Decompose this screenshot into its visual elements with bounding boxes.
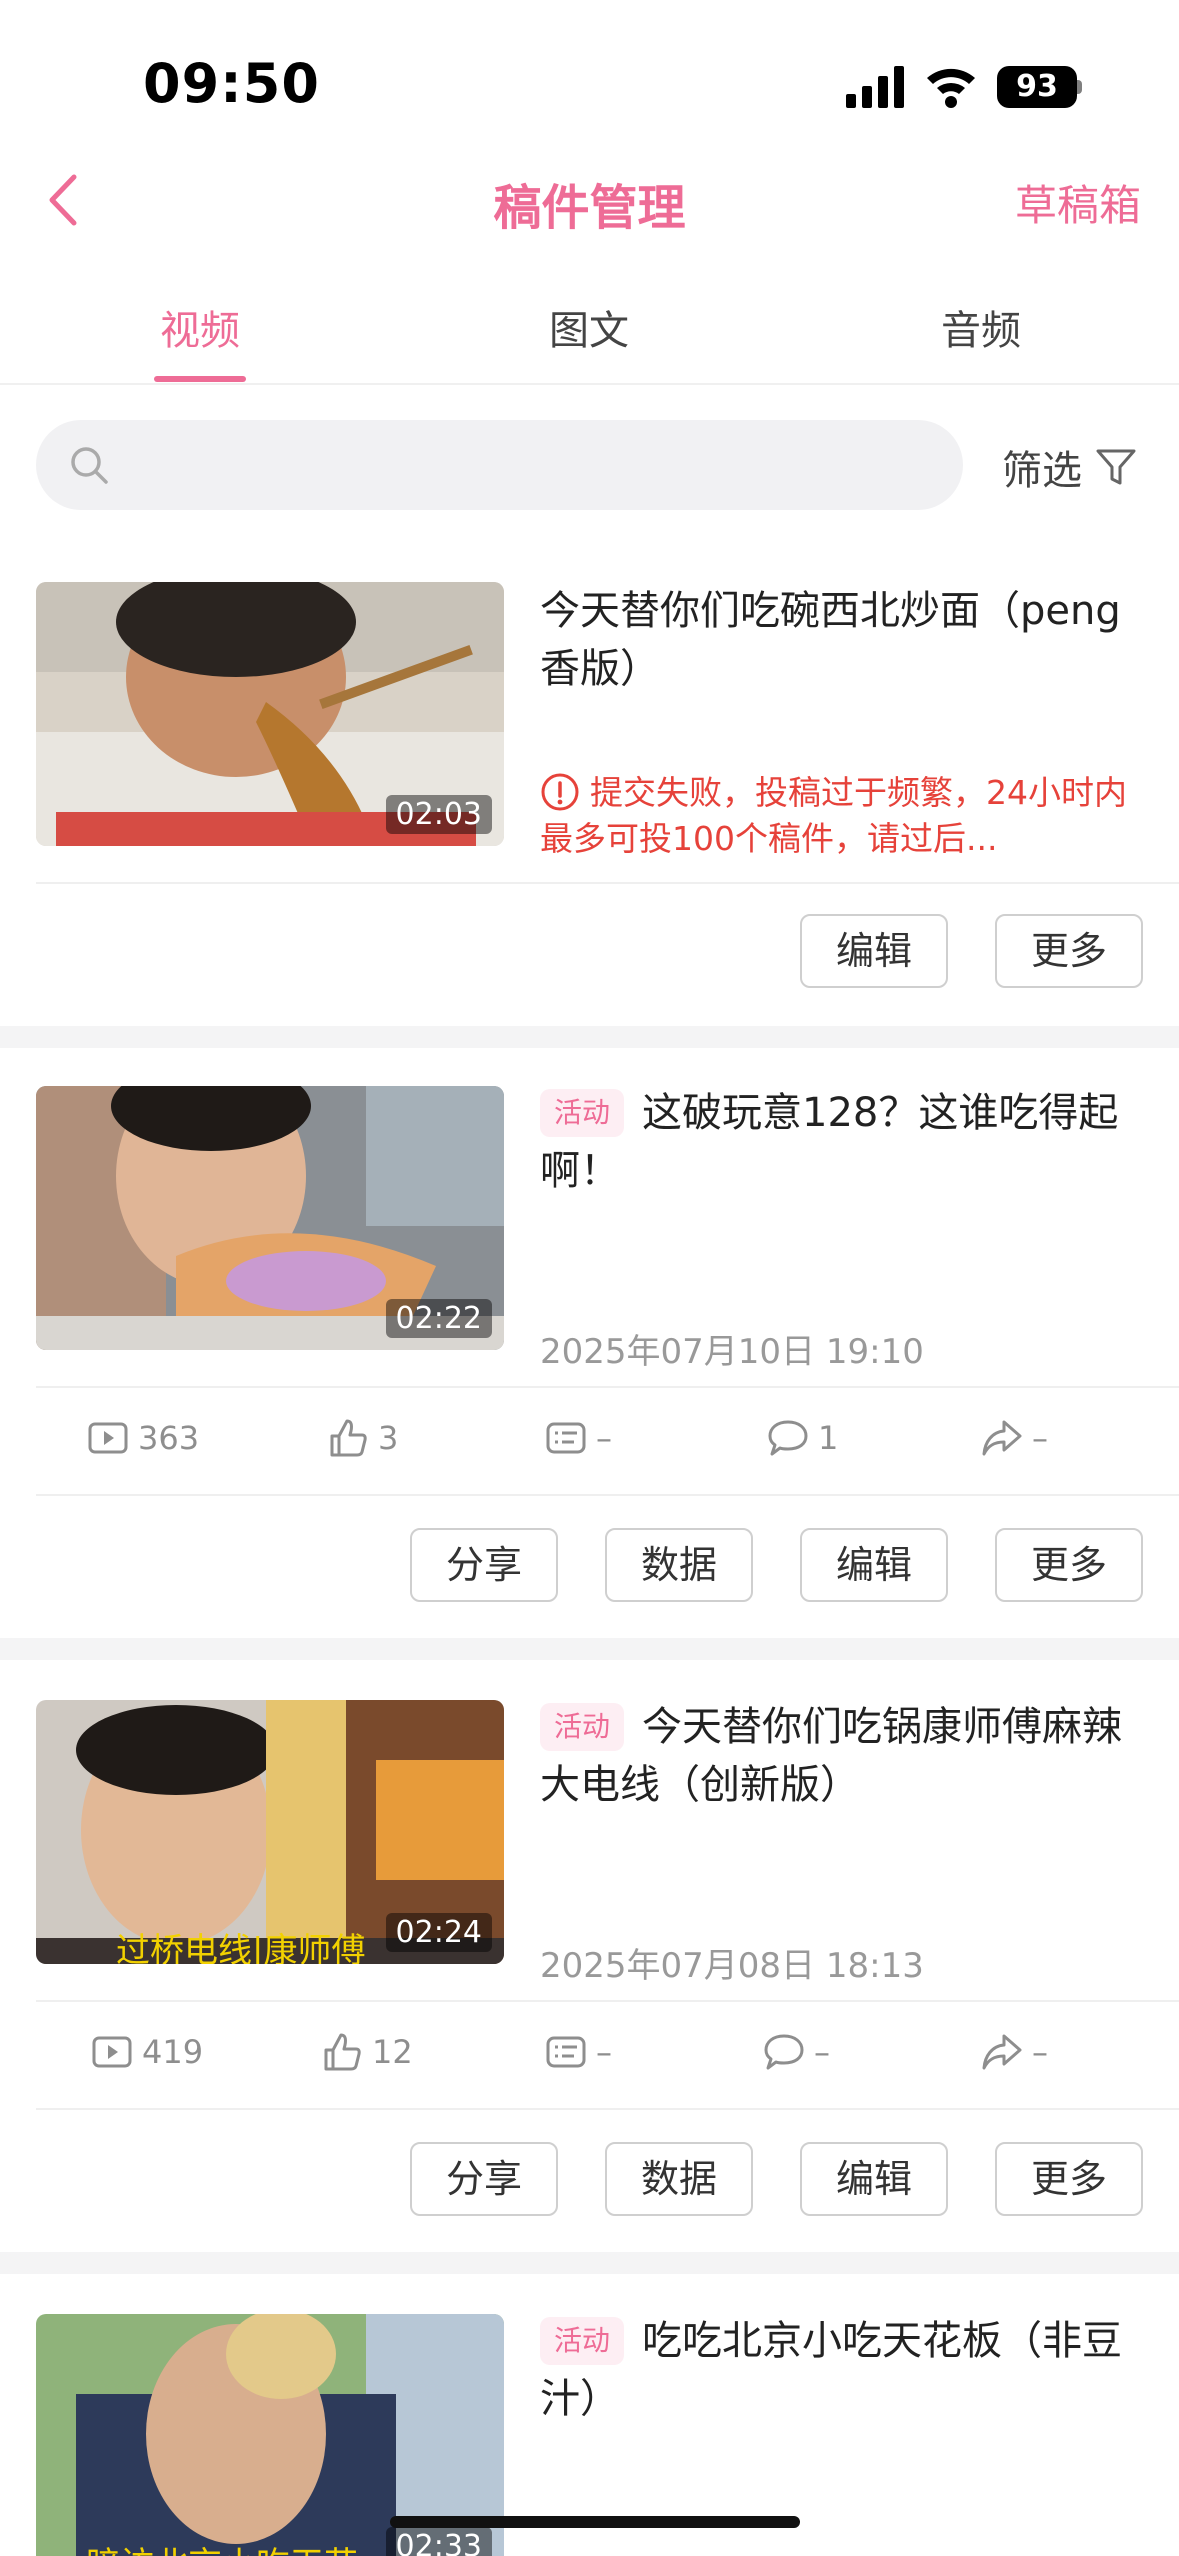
video-stats: 419 12 – – – bbox=[0, 2002, 1179, 2102]
battery-icon: 93 bbox=[997, 66, 1077, 108]
video-stats: 363 3 – 1 – bbox=[0, 1388, 1179, 1488]
more-button[interactable]: 更多 bbox=[995, 2142, 1143, 2216]
edit-button[interactable]: 编辑 bbox=[800, 2142, 948, 2216]
video-title[interactable]: 活动 吃吃北京小吃天花板（非豆汁） bbox=[540, 2312, 1150, 2428]
danmaku-count: – bbox=[544, 1388, 612, 1488]
section-gap bbox=[0, 1638, 1179, 1660]
edit-button[interactable]: 编辑 bbox=[800, 1528, 948, 1602]
danmaku-count: – bbox=[544, 2002, 612, 2102]
share-count-value: – bbox=[1032, 2033, 1048, 2071]
section-gap bbox=[0, 2252, 1179, 2274]
battery-cap bbox=[1076, 80, 1082, 94]
danmaku-count-value: – bbox=[596, 2033, 612, 2071]
submission-error-message: 提交失败，投稿过于频繁，24小时内最多可投100个稿件，请过后... bbox=[540, 770, 1140, 862]
error-info-icon bbox=[541, 773, 579, 811]
filter-funnel-icon bbox=[1096, 449, 1136, 485]
comment-count-value: – bbox=[814, 2033, 830, 2071]
status-time: 09:50 bbox=[143, 52, 320, 115]
play-count: 363 bbox=[86, 1388, 199, 1488]
more-button[interactable]: 更多 bbox=[995, 1528, 1143, 1602]
svg-text:暗访北京小吃天花: 暗访北京小吃天花 bbox=[86, 2545, 358, 2556]
play-count-value: 363 bbox=[138, 1419, 200, 1457]
share-arrow-icon bbox=[982, 1420, 1022, 1456]
play-count-icon bbox=[92, 2036, 132, 2068]
video-thumbnail[interactable]: 过桥电线|康师傅 02:24 bbox=[36, 1700, 504, 1964]
active-tab-indicator bbox=[154, 376, 246, 382]
tab-audio[interactable]: 音频 bbox=[881, 298, 1081, 356]
play-count-icon bbox=[88, 1422, 128, 1454]
content-type-tabs: 视频 图文 音频 bbox=[0, 270, 1179, 385]
like-count: 12 bbox=[320, 2002, 413, 2102]
divider bbox=[36, 1494, 1179, 1496]
video-title[interactable]: 今天替你们吃碗西北炒面（peng香版） bbox=[540, 582, 1150, 698]
comment-count: 1 bbox=[766, 1388, 838, 1488]
share-button[interactable]: 分享 bbox=[410, 2142, 558, 2216]
status-bar: 09:50 93 bbox=[0, 0, 1179, 150]
tab-video[interactable]: 视频 bbox=[100, 298, 300, 356]
video-duration: 02:03 bbox=[385, 795, 492, 834]
tab-image-text[interactable]: 图文 bbox=[489, 298, 689, 356]
video-title[interactable]: 活动 今天替你们吃锅康师傅麻辣大电线（创新版） bbox=[540, 1698, 1150, 1814]
publish-date: 2025年07月08日 18:13 bbox=[540, 1946, 924, 1986]
search-icon bbox=[71, 447, 108, 484]
danmaku-icon bbox=[546, 1422, 586, 1454]
video-thumbnail[interactable]: 02:22 bbox=[36, 1086, 504, 1350]
share-button[interactable]: 分享 bbox=[410, 1528, 558, 1602]
comment-count: – bbox=[762, 2002, 830, 2102]
filter-button[interactable]: 筛选 bbox=[1002, 438, 1138, 496]
like-count-value: 3 bbox=[378, 1419, 399, 1457]
search-bar[interactable] bbox=[36, 420, 963, 510]
danmaku-count-value: – bbox=[596, 1419, 612, 1457]
cellular-signal-icon bbox=[846, 66, 904, 108]
home-indicator bbox=[390, 2516, 800, 2528]
svg-text:过桥电线|康师傅: 过桥电线|康师傅 bbox=[116, 1931, 365, 1964]
drafts-button[interactable]: 草稿箱 bbox=[1015, 172, 1141, 233]
video-title-text: 吃吃北京小吃天花板（非豆汁） bbox=[540, 2318, 1123, 2422]
activity-badge: 活动 bbox=[540, 1089, 625, 1137]
error-text: 提交失败，投稿过于频繁，24小时内最多可投100个稿件，请过后... bbox=[540, 773, 1127, 858]
activity-badge: 活动 bbox=[540, 1703, 625, 1751]
divider bbox=[36, 2108, 1179, 2110]
video-duration: 02:22 bbox=[385, 1299, 492, 1338]
activity-badge: 活动 bbox=[540, 2317, 625, 2365]
thumbs-up-icon bbox=[324, 2033, 361, 2071]
data-button[interactable]: 数据 bbox=[605, 2142, 753, 2216]
page-title: 稿件管理 bbox=[493, 180, 686, 236]
share-count: – bbox=[980, 2002, 1048, 2102]
share-count-value: – bbox=[1032, 1419, 1048, 1457]
thumbs-up-icon bbox=[330, 1419, 367, 1457]
share-count: – bbox=[980, 1388, 1048, 1488]
video-title-text: 今天替你们吃锅康师傅麻辣大电线（创新版） bbox=[540, 1704, 1123, 1808]
like-count: 3 bbox=[326, 1388, 398, 1488]
video-title[interactable]: 活动 这破玩意128？这谁吃得起啊！ bbox=[540, 1084, 1150, 1200]
play-count-value: 419 bbox=[142, 2033, 204, 2071]
comment-icon bbox=[768, 1420, 808, 1456]
video-duration: 02:24 bbox=[385, 1913, 492, 1952]
filter-label: 筛选 bbox=[1002, 448, 1082, 494]
danmaku-icon bbox=[546, 2036, 586, 2068]
data-button[interactable]: 数据 bbox=[605, 1528, 753, 1602]
publish-date: 2025年07月10日 19:10 bbox=[540, 1332, 924, 1372]
like-count-value: 12 bbox=[372, 2033, 413, 2071]
share-arrow-icon bbox=[982, 2034, 1022, 2070]
comment-icon bbox=[764, 2034, 804, 2070]
divider bbox=[36, 882, 1179, 884]
more-button[interactable]: 更多 bbox=[995, 914, 1143, 988]
wifi-icon bbox=[927, 68, 975, 108]
video-title-text: 这破玩意128？这谁吃得起啊！ bbox=[540, 1090, 1119, 1194]
play-count: 419 bbox=[90, 2002, 203, 2102]
search-input[interactable] bbox=[126, 420, 926, 510]
section-gap bbox=[0, 1026, 1179, 1048]
edit-button[interactable]: 编辑 bbox=[800, 914, 948, 988]
video-thumbnail[interactable]: 02:03 bbox=[36, 582, 504, 846]
video-duration: 02:33 bbox=[385, 2527, 492, 2556]
comment-count-value: 1 bbox=[818, 1419, 839, 1457]
